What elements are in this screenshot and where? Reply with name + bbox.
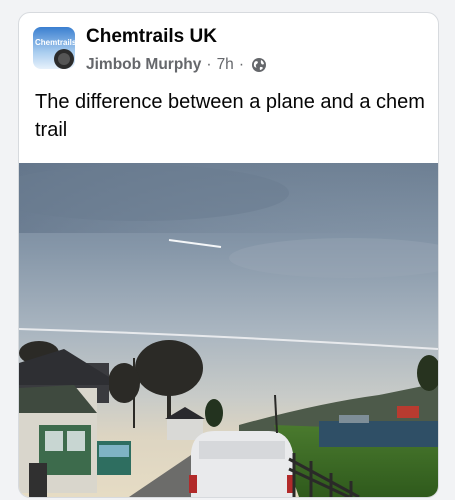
post-text: The difference between a plane and a che… [35, 91, 425, 141]
group-avatar-image: Chemtrails [33, 27, 75, 69]
post-photo[interactable] [19, 163, 438, 497]
white-van [189, 431, 295, 497]
post-header: Chemtrails Chemtrails UK Jimbob Murphy ·… [19, 13, 438, 163]
post-meta: Jimbob Murphy · 7h · [86, 56, 267, 74]
group-name[interactable]: Chemtrails UK [86, 26, 217, 48]
meta-separator: · [206, 56, 212, 73]
post-card: Chemtrails Chemtrails UK Jimbob Murphy ·… [18, 12, 439, 498]
post-time[interactable]: 7h [217, 56, 234, 74]
meta-separator: · [238, 56, 244, 73]
group-avatar-label: Chemtrails [35, 38, 75, 47]
globe-icon[interactable] [251, 57, 267, 73]
group-avatar[interactable]: Chemtrails [33, 27, 75, 69]
author-name[interactable]: Jimbob Murphy [86, 56, 201, 74]
